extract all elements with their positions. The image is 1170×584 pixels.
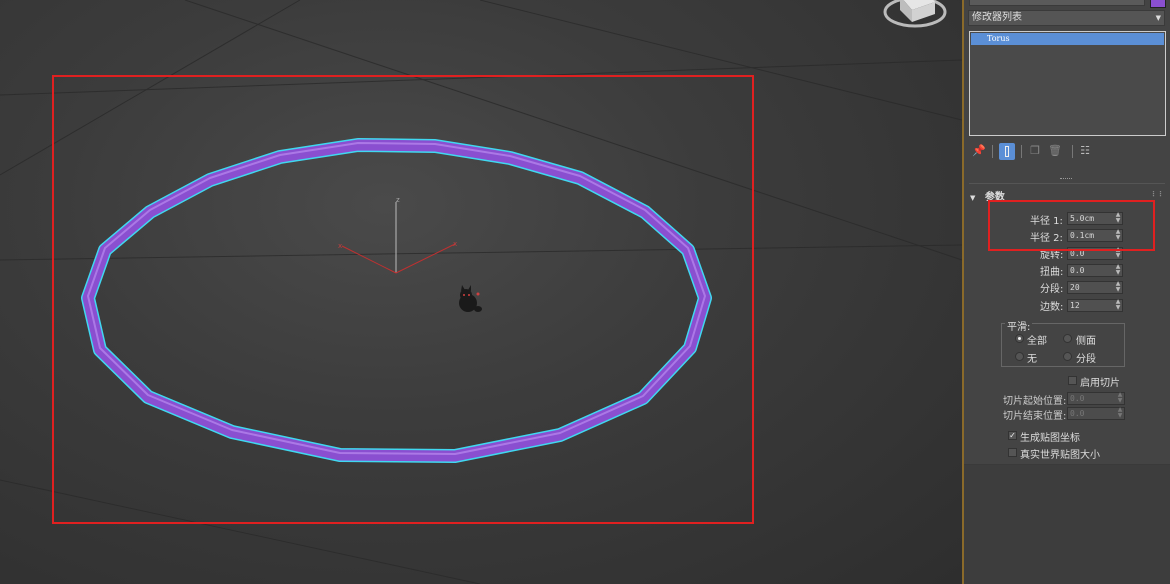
radio-smooth-segments[interactable] xyxy=(1063,352,1072,361)
viewport-highlight-box xyxy=(52,75,754,524)
gen-mapping-checkbox[interactable]: ✓ xyxy=(1008,431,1017,440)
make-unique-icon[interactable]: ❐ xyxy=(1028,144,1042,158)
radio-label-sides[interactable]: 侧面 xyxy=(1076,332,1096,347)
collapse-arrow-icon: ▼ xyxy=(970,194,976,202)
panel-separator-line xyxy=(969,183,1165,184)
slice-on-checkbox[interactable] xyxy=(1068,376,1077,385)
modifier-list-label: 修改器列表 xyxy=(972,12,1022,23)
modify-command-panel: 修改器列表 ▼ Torus 📌 ❐ 🗑 ☷ ▼ 参数 ⋮⋮ 半径 1: 5.0c… xyxy=(964,0,1170,584)
param-label-twist: 扭曲: xyxy=(1040,267,1064,278)
object-color-swatch[interactable] xyxy=(1150,0,1166,8)
modifier-list-dropdown[interactable]: 修改器列表 ▼ xyxy=(968,10,1165,26)
stack-toolbar: 📌 ❐ 🗑 ☷ xyxy=(970,143,1160,160)
radius-params-highlight-box xyxy=(988,200,1155,251)
spinner-arrows-icon[interactable]: ▲ ▼ xyxy=(1116,407,1124,420)
perspective-viewport[interactable]: z x x xyxy=(0,0,962,584)
real-world-label[interactable]: 真实世界贴图大小 xyxy=(1020,446,1100,461)
rollout-grip-icon: ⋮⋮ xyxy=(1150,190,1164,198)
real-world-checkbox[interactable] xyxy=(1008,448,1017,457)
toolbar-separator xyxy=(992,145,993,158)
chevron-down-icon: ▼ xyxy=(1155,14,1161,22)
pin-icon[interactable]: 📌 xyxy=(972,144,986,158)
object-name-field[interactable] xyxy=(969,0,1145,6)
slice-on-label[interactable]: 启用切片 xyxy=(1080,374,1120,389)
smooth-group-title: 平滑: xyxy=(1005,318,1033,333)
toolbar-separator xyxy=(1072,145,1073,158)
slice-to-label: 切片结束位置: xyxy=(1003,411,1067,422)
viewcube-icon[interactable] xyxy=(883,0,947,28)
spinner-arrows-icon[interactable]: ▲ ▼ xyxy=(1116,392,1124,405)
spinner-arrows-icon[interactable]: ▲ ▼ xyxy=(1114,281,1122,294)
modifier-stack-item-label: Torus xyxy=(987,34,1010,43)
radio-smooth-all[interactable] xyxy=(1015,334,1024,343)
param-label-segments: 分段: xyxy=(1040,284,1064,295)
radio-label-all[interactable]: 全部 xyxy=(1027,332,1047,347)
modifier-stack-item-torus[interactable]: Torus xyxy=(971,33,1164,45)
panel-lower-area xyxy=(964,465,1170,584)
param-label-sides: 边数: xyxy=(1040,302,1064,313)
radio-smooth-none[interactable] xyxy=(1015,352,1024,361)
spinner-arrows-icon[interactable]: ▲ ▼ xyxy=(1114,299,1122,312)
show-end-result-icon[interactable] xyxy=(999,143,1015,160)
configure-sets-icon[interactable]: ☷ xyxy=(1078,144,1092,158)
radio-smooth-sides[interactable] xyxy=(1063,334,1072,343)
slice-from-label: 切片起始位置: xyxy=(1003,396,1067,407)
modifier-stack-list[interactable]: Torus xyxy=(969,31,1166,136)
gen-mapping-label[interactable]: 生成贴图坐标 xyxy=(1020,429,1080,444)
radio-label-none[interactable]: 无 xyxy=(1027,350,1037,365)
remove-modifier-icon[interactable]: 🗑 xyxy=(1048,144,1062,158)
toolbar-separator xyxy=(1021,145,1022,158)
spinner-arrows-icon[interactable]: ▲ ▼ xyxy=(1114,264,1122,277)
radio-label-segments[interactable]: 分段 xyxy=(1076,350,1096,365)
